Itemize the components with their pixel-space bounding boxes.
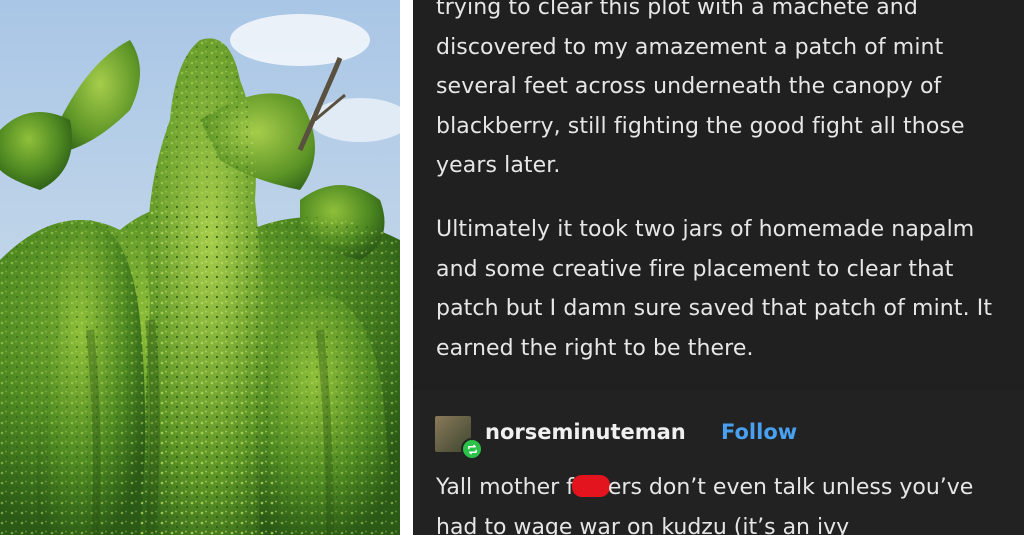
kudzu-tree-photo (0, 0, 400, 535)
reblog-reply: norseminuteman Follow Yall mother f ers d… (413, 390, 1024, 535)
kudzu-tree-illustration (0, 0, 400, 535)
username-link[interactable]: norseminuteman (485, 420, 686, 444)
follow-button[interactable]: Follow (721, 420, 797, 444)
post-paragraph-1: trying to clear this plot with a machete… (436, 0, 965, 178)
meme-screenshot: trying to clear this plot with a machete… (0, 0, 1024, 535)
post-paragraph-2: Ultimately it took two jars of homemade … (436, 217, 993, 361)
reply-text-before: Yall mother f (436, 475, 574, 500)
red-censor-scribble (571, 475, 610, 497)
reblog-icon (461, 438, 483, 460)
reblog-arrows-icon (467, 444, 477, 454)
post-body: trying to clear this plot with a machete… (413, 0, 1024, 385)
reply-text: Yall mother f ers don’t even talk unless … (436, 468, 1016, 535)
tumblr-post: trying to clear this plot with a machete… (413, 0, 1024, 535)
